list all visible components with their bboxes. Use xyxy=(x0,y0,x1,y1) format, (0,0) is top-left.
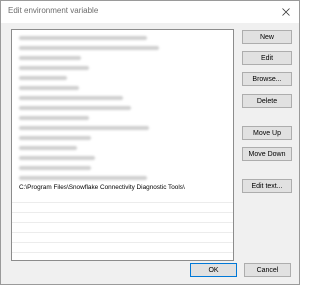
redacted-path-text xyxy=(19,66,89,70)
redacted-path-text xyxy=(19,176,147,180)
redacted-path-text xyxy=(19,46,159,50)
list-item[interactable] xyxy=(12,133,233,143)
window-title: Edit environment variable xyxy=(8,6,99,15)
path-entries-list[interactable]: C:\Program Files\Snowflake Connectivity … xyxy=(11,29,234,261)
redacted-path-text xyxy=(19,36,147,40)
list-item[interactable] xyxy=(12,143,233,153)
list-item[interactable] xyxy=(12,83,233,93)
list-item[interactable] xyxy=(12,153,233,163)
redacted-path-text xyxy=(19,146,77,150)
edit-environment-variable-dialog: Edit environment variable C:\Program Fil… xyxy=(0,0,300,285)
new-button[interactable]: New xyxy=(242,30,292,44)
empty-list-row[interactable] xyxy=(12,243,233,253)
list-item[interactable] xyxy=(12,123,233,133)
empty-list-row[interactable] xyxy=(12,213,233,223)
title-bar: Edit environment variable xyxy=(1,1,299,23)
close-icon xyxy=(282,8,290,16)
list-item[interactable] xyxy=(12,43,233,53)
list-item[interactable] xyxy=(12,163,233,173)
empty-list-row[interactable] xyxy=(12,193,233,203)
edit-text-button[interactable]: Edit text... xyxy=(242,179,292,193)
empty-list-row[interactable] xyxy=(12,233,233,243)
cancel-button[interactable]: Cancel xyxy=(244,263,291,277)
list-item[interactable] xyxy=(12,53,233,63)
move-up-button[interactable]: Move Up xyxy=(242,126,292,140)
redacted-path-text xyxy=(19,76,67,80)
redacted-path-text xyxy=(19,126,149,130)
list-item[interactable] xyxy=(12,63,233,73)
redacted-path-text xyxy=(19,86,79,90)
redacted-path-text xyxy=(19,116,89,120)
empty-list-row[interactable] xyxy=(12,253,233,260)
browse-button[interactable]: Browse... xyxy=(242,72,292,86)
list-item[interactable] xyxy=(12,173,233,183)
redacted-path-text xyxy=(19,106,131,110)
list-item[interactable] xyxy=(12,113,233,123)
list-item[interactable] xyxy=(12,93,233,103)
move-down-button[interactable]: Move Down xyxy=(242,147,292,161)
ok-button[interactable]: OK xyxy=(190,263,237,277)
list-item-label: C:\Program Files\Snowflake Connectivity … xyxy=(19,184,185,191)
redacted-path-text xyxy=(19,136,91,140)
edit-button[interactable]: Edit xyxy=(242,51,292,65)
empty-list-row[interactable] xyxy=(12,203,233,213)
list-item[interactable] xyxy=(12,73,233,83)
empty-list-row[interactable] xyxy=(12,223,233,233)
list-item[interactable] xyxy=(12,33,233,43)
redacted-path-text xyxy=(19,56,81,60)
list-item[interactable]: C:\Program Files\Snowflake Connectivity … xyxy=(12,183,233,193)
list-item[interactable] xyxy=(12,103,233,113)
delete-button[interactable]: Delete xyxy=(242,94,292,108)
redacted-path-text xyxy=(19,156,95,160)
redacted-path-text xyxy=(19,166,91,170)
redacted-path-text xyxy=(19,96,123,100)
close-button[interactable] xyxy=(273,1,299,23)
